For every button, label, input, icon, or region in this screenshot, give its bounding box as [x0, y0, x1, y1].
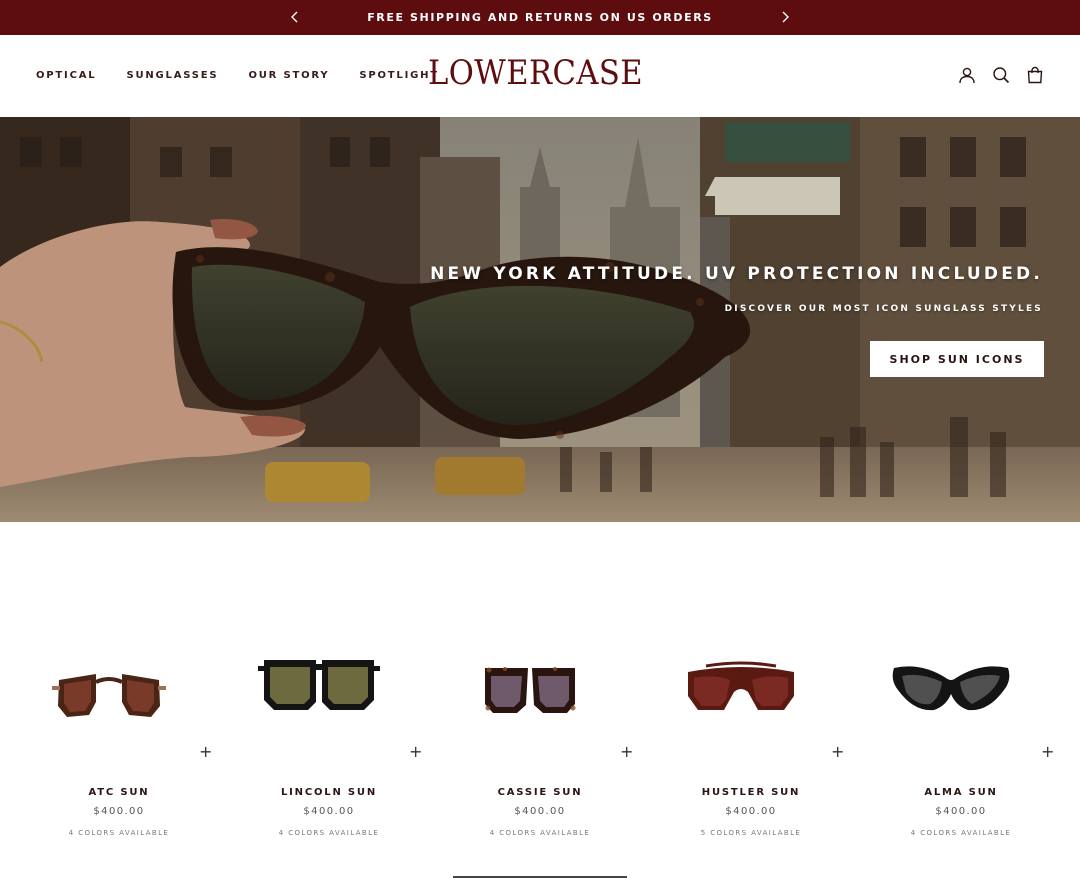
product-price: $400.00	[725, 806, 777, 817]
main-nav: OPTICAL SUNGLASSES OUR STORY SPOTLIGHT	[36, 70, 439, 81]
site-logo[interactable]: LOWERCASE	[428, 53, 643, 93]
product-colors: 4 COLORS AVAILABLE	[910, 829, 1012, 837]
product-image[interactable]	[34, 640, 184, 730]
add-to-cart-icon[interactable]: +	[409, 743, 422, 761]
product-price: $400.00	[93, 806, 145, 817]
bag-icon[interactable]	[1026, 66, 1044, 84]
product-price: $400.00	[303, 806, 355, 817]
product-name[interactable]: CASSIE SUN	[445, 787, 635, 798]
hero-image	[0, 117, 1080, 522]
product-image[interactable]	[244, 640, 394, 730]
product-price: $400.00	[514, 806, 566, 817]
product-colors: 4 COLORS AVAILABLE	[278, 829, 380, 837]
nav-our-story[interactable]: OUR STORY	[248, 70, 329, 81]
product-card-atc-sun[interactable]: + ATC SUN $400.00 4 COLORS AVAILABLE	[24, 600, 214, 850]
search-icon[interactable]	[992, 66, 1010, 84]
add-to-cart-icon[interactable]: +	[199, 743, 212, 761]
nav-spotlight[interactable]: SPOTLIGHT	[359, 70, 439, 81]
product-name[interactable]: ALMA SUN	[866, 787, 1056, 798]
product-name[interactable]: LINCOLN SUN	[234, 787, 424, 798]
product-name[interactable]: HUSTLER SUN	[656, 787, 846, 798]
account-icon[interactable]	[958, 66, 976, 84]
product-card-alma-sun[interactable]: + ALMA SUN $400.00 4 COLORS AVAILABLE	[866, 600, 1056, 850]
add-to-cart-icon[interactable]: +	[1041, 743, 1054, 761]
product-card-lincoln-sun[interactable]: + LINCOLN SUN $400.00 4 COLORS AVAILABLE	[234, 600, 424, 850]
product-image[interactable]	[455, 640, 605, 730]
product-colors: 4 COLORS AVAILABLE	[68, 829, 170, 837]
header-icons	[958, 66, 1044, 84]
hero-subheadline: DISCOVER OUR MOST ICON SUNGLASS STYLES	[724, 304, 1043, 314]
shop-sun-icons-button[interactable]: SHOP SUN ICONS	[870, 341, 1044, 377]
nav-sunglasses[interactable]: SUNGLASSES	[126, 70, 218, 81]
product-card-hustler-sun[interactable]: + HUSTLER SUN $400.00 5 COLORS AVAILABLE	[656, 600, 846, 850]
product-card-cassie-sun[interactable]: + CASSIE SUN $400.00 4 COLORS AVAILABLE	[445, 600, 635, 850]
hero-banner: NEW YORK ATTITUDE. UV PROTECTION INCLUDE…	[0, 117, 1080, 522]
add-to-cart-icon[interactable]: +	[620, 743, 633, 761]
product-image[interactable]	[876, 640, 1026, 730]
product-name[interactable]: ATC SUN	[24, 787, 214, 798]
add-to-cart-icon[interactable]: +	[831, 743, 844, 761]
announcement-bar: FREE SHIPPING AND RETURNS ON US ORDERS	[0, 0, 1080, 35]
product-colors: 5 COLORS AVAILABLE	[700, 829, 802, 837]
hero-headline: NEW YORK ATTITUDE. UV PROTECTION INCLUDE…	[430, 264, 1043, 284]
site-header: OPTICAL SUNGLASSES OUR STORY SPOTLIGHT L…	[0, 35, 1080, 117]
announcement-text: FREE SHIPPING AND RETURNS ON US ORDERS	[367, 11, 713, 24]
nav-optical[interactable]: OPTICAL	[36, 70, 96, 81]
product-carousel: + ATC SUN $400.00 4 COLORS AVAILABLE + L…	[0, 600, 1080, 878]
product-price: $400.00	[935, 806, 987, 817]
product-image[interactable]	[666, 640, 816, 730]
product-colors: 4 COLORS AVAILABLE	[489, 829, 591, 837]
chevron-right-icon[interactable]	[777, 9, 793, 25]
